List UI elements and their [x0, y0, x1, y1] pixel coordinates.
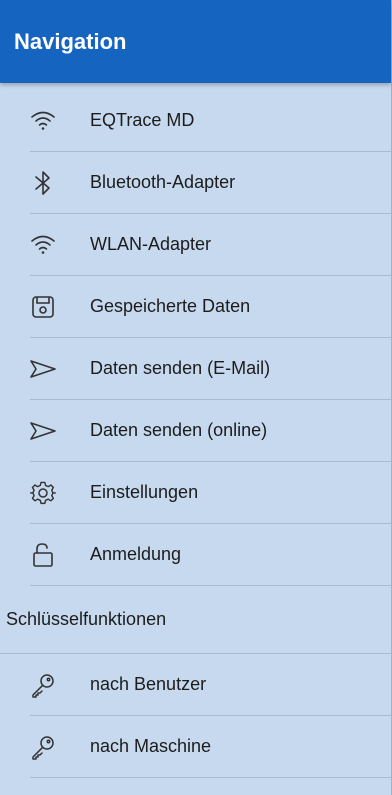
navigation-menu: EQTrace MD Bluetooth-Adapter WLAN-Adapte…: [0, 90, 391, 778]
menu-item-gespeicherte-daten[interactable]: Gespeicherte Daten: [30, 276, 391, 338]
menu-item-eqtrace-md[interactable]: EQTrace MD: [30, 90, 391, 152]
send-icon: [26, 414, 60, 448]
key-icon: [26, 668, 60, 702]
menu-item-label: nach Benutzer: [90, 674, 207, 694]
menu-item-label: Einstellungen: [90, 482, 199, 502]
menu-item-einstellungen[interactable]: Einstellungen: [30, 462, 391, 524]
menu-item-label: nach Maschine: [90, 736, 212, 756]
wifi-icon: [26, 228, 60, 262]
menu-item-label: Bluetooth-Adapter: [90, 172, 236, 192]
menu-item-daten-senden-online[interactable]: Daten senden (online): [30, 400, 391, 462]
send-icon: [26, 352, 60, 386]
menu-item-label: WLAN-Adapter: [90, 234, 212, 254]
menu-item-daten-senden-email[interactable]: Daten senden (E-Mail): [30, 338, 391, 400]
menu-item-label: Daten senden (E-Mail): [90, 358, 271, 378]
drawer-title: Navigation: [14, 28, 127, 54]
menu-item-nach-benutzer[interactable]: nach Benutzer: [30, 654, 391, 716]
section-header-schluesselfunktionen: Schlüsselfunktionen: [0, 586, 391, 654]
menu-item-wlan-adapter[interactable]: WLAN-Adapter: [30, 214, 391, 276]
key-icon: [26, 730, 60, 764]
unlock-icon: [26, 538, 60, 572]
menu-item-bluetooth-adapter[interactable]: Bluetooth-Adapter: [30, 152, 391, 214]
gear-icon: [26, 476, 60, 510]
menu-item-label: Anmeldung: [90, 544, 182, 564]
drawer-header: Navigation: [0, 0, 391, 83]
bluetooth-icon: [26, 166, 60, 200]
navigation-drawer: Navigation EQTrace MD Bluetooth-Adapter: [0, 0, 392, 795]
menu-item-nach-maschine[interactable]: nach Maschine: [30, 716, 391, 778]
section-title: Schlüsselfunktionen: [6, 609, 167, 629]
menu-item-anmeldung[interactable]: Anmeldung: [30, 524, 391, 586]
save-icon: [26, 290, 60, 324]
menu-item-label: Daten senden (online): [90, 420, 268, 440]
menu-item-label: Gespeicherte Daten: [90, 296, 251, 316]
menu-item-label: EQTrace MD: [90, 110, 195, 130]
wifi-icon: [26, 104, 60, 138]
